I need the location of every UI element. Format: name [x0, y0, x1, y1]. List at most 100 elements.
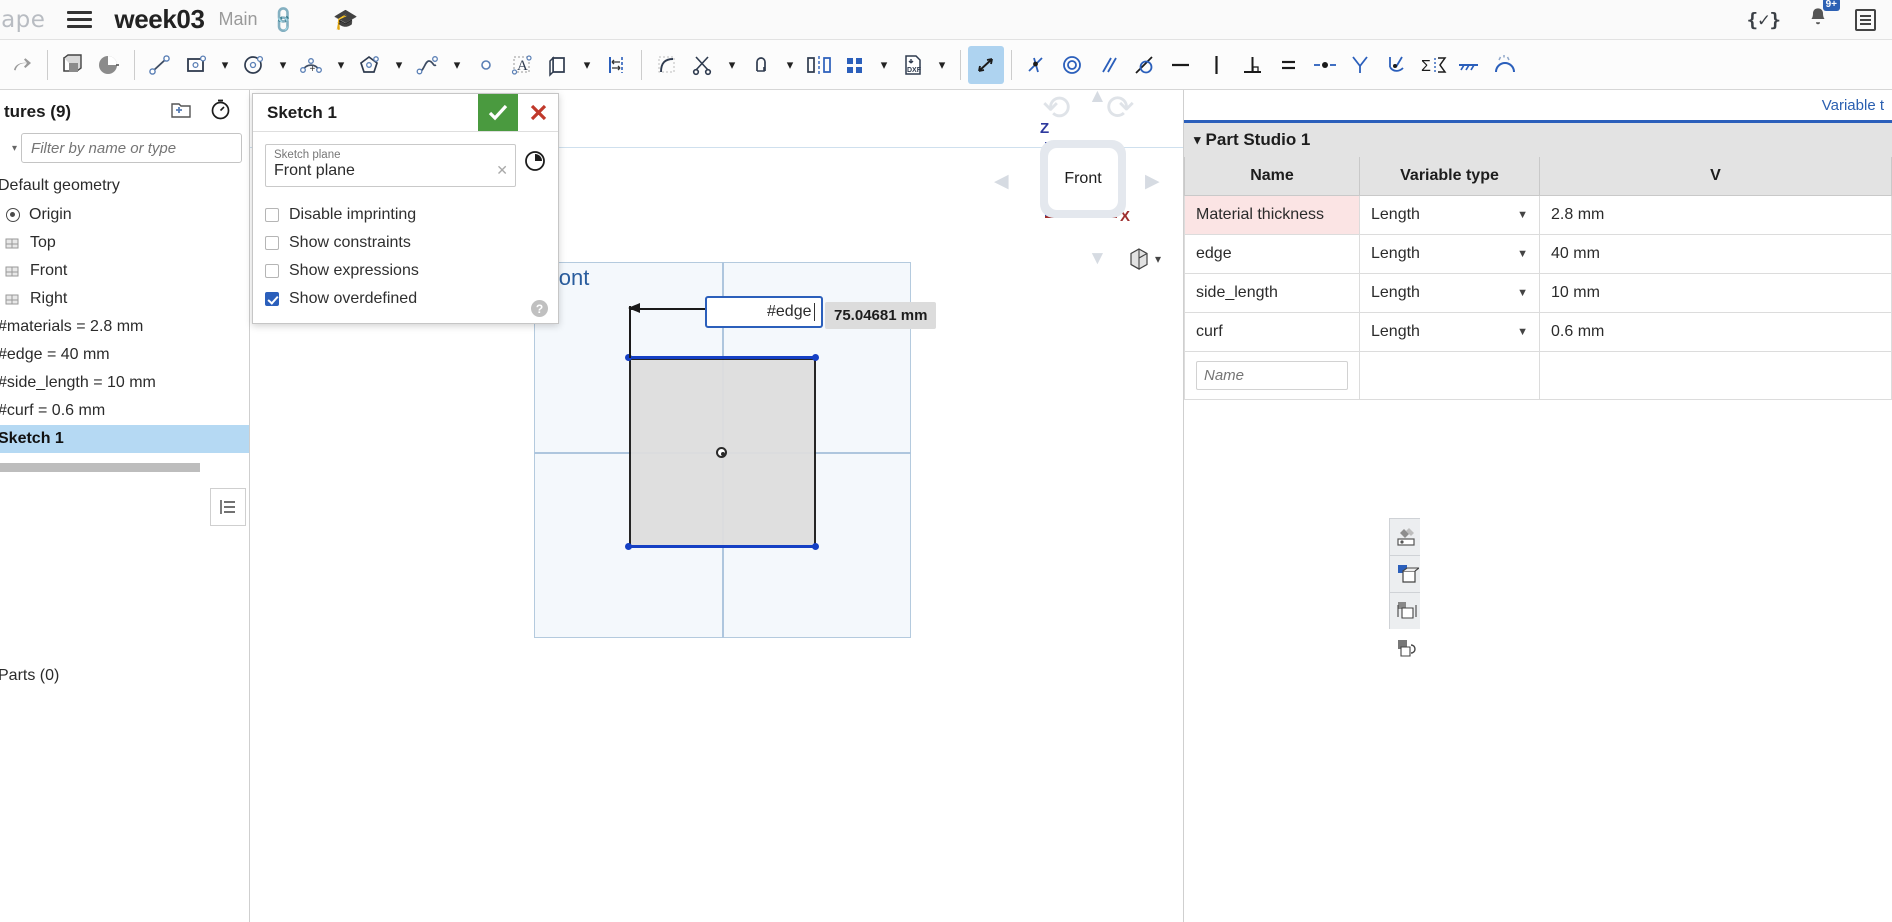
- variable-type-cell[interactable]: Length ▼: [1359, 234, 1540, 274]
- equal-constraint[interactable]: [1271, 46, 1307, 84]
- extend-tool[interactable]: [743, 46, 779, 84]
- arc-tool[interactable]: +: [294, 46, 330, 84]
- new-variable-type-cell[interactable]: [1359, 351, 1540, 400]
- dxf-dropdown-chevron-down-icon[interactable]: ▾: [931, 46, 953, 84]
- offset-tool[interactable]: [598, 46, 634, 84]
- tab-variable-table[interactable]: Variable t: [1822, 97, 1884, 114]
- view-cube-front-face[interactable]: Front: [1048, 148, 1118, 210]
- help-icon[interactable]: ?: [531, 300, 548, 317]
- table-row[interactable]: Material thickness Length ▼ 2.8 mm: [1184, 195, 1892, 235]
- spline-dropdown-chevron-down-icon[interactable]: ▾: [446, 46, 468, 84]
- table-row-new[interactable]: [1184, 351, 1892, 400]
- mirror-tool[interactable]: [801, 46, 837, 84]
- checkbox[interactable]: [265, 292, 279, 306]
- variable-name-cell[interactable]: Material thickness: [1184, 195, 1360, 235]
- hamburger-menu-icon[interactable]: [67, 11, 93, 28]
- rectangle-dropdown-chevron-down-icon[interactable]: ▾: [214, 46, 236, 84]
- spline-tool[interactable]: [410, 46, 446, 84]
- midpoint-constraint[interactable]: [1307, 46, 1343, 84]
- option-show-expressions[interactable]: Show expressions: [265, 257, 546, 285]
- coincident-constraint[interactable]: [1019, 46, 1055, 84]
- feature-item-variable-materials[interactable]: #materials = 2.8 mm: [0, 313, 249, 341]
- view-cube-down-arrow-icon[interactable]: ▼: [1088, 248, 1107, 270]
- trim-tool[interactable]: [685, 46, 721, 84]
- rollback-bar[interactable]: [0, 463, 200, 472]
- extrude-button[interactable]: [55, 46, 91, 84]
- rectangle-vertex[interactable]: [812, 354, 819, 361]
- pattern-dropdown-chevron-down-icon[interactable]: ▾: [873, 46, 895, 84]
- feature-filter-input[interactable]: [21, 133, 243, 163]
- arc-constraint[interactable]: [1487, 46, 1523, 84]
- use-dropdown-chevron-down-icon[interactable]: ▾: [576, 46, 598, 84]
- sum-constraint[interactable]: Σ: [1415, 46, 1451, 84]
- feature-item-origin[interactable]: Origin: [0, 201, 249, 229]
- revolve-button[interactable]: [91, 46, 127, 84]
- rectangle-vertex[interactable]: [812, 543, 819, 550]
- onshape-logo[interactable]: hape: [0, 7, 45, 33]
- section-view-button[interactable]: [1389, 555, 1420, 593]
- table-row[interactable]: curf Length ▼ 0.6 mm: [1184, 312, 1892, 352]
- view-orientation-chevron-down-icon[interactable]: ▾: [1155, 252, 1161, 266]
- variable-name-cell[interactable]: side_length: [1184, 273, 1360, 313]
- feature-item-variable-curf[interactable]: #curf = 0.6 mm: [0, 397, 249, 425]
- checkbox[interactable]: [265, 264, 279, 278]
- variable-name-cell[interactable]: curf: [1184, 312, 1360, 352]
- chevron-down-icon[interactable]: ▾: [1194, 132, 1201, 148]
- checks-icon[interactable]: {✓}: [1747, 9, 1781, 31]
- arc-dropdown-chevron-down-icon[interactable]: ▾: [330, 46, 352, 84]
- vertical-constraint[interactable]: [1199, 46, 1235, 84]
- line-tool[interactable]: [142, 46, 178, 84]
- variable-value-cell[interactable]: 40 mm: [1539, 234, 1892, 274]
- tangent-constraint[interactable]: [1127, 46, 1163, 84]
- redo-button[interactable]: [4, 46, 40, 84]
- chevron-down-icon[interactable]: ▼: [1517, 209, 1528, 221]
- new-folder-icon[interactable]: [170, 100, 192, 124]
- feature-item-variable-edge[interactable]: #edge = 40 mm: [0, 341, 249, 369]
- sketch-plane-field[interactable]: Sketch plane Front plane ✕: [265, 144, 516, 187]
- feature-item-variable-side-length[interactable]: #side_length = 10 mm: [0, 369, 249, 397]
- sketch-cancel-button[interactable]: [518, 94, 558, 131]
- rectangle-vertex[interactable]: [625, 543, 632, 550]
- curvature-constraint[interactable]: [1379, 46, 1415, 84]
- new-variable-name-input[interactable]: [1196, 361, 1348, 390]
- part-studio-section-header[interactable]: ▾ Part Studio 1: [1184, 123, 1892, 157]
- view-cube[interactable]: ⟲ ▲ ⟳ Front Z X ◀ ▶ ▼ ▾: [994, 90, 1210, 290]
- link-icon[interactable]: 🔗: [267, 3, 301, 37]
- variable-type-cell[interactable]: Length ▼: [1359, 195, 1540, 235]
- chevron-down-icon[interactable]: ▼: [1517, 248, 1528, 260]
- variable-value-cell[interactable]: 2.8 mm: [1539, 195, 1892, 235]
- view-cube-up-arrow-icon[interactable]: ▲: [1088, 90, 1107, 108]
- linear-pattern-tool[interactable]: [837, 46, 873, 84]
- variable-value-cell[interactable]: 0.6 mm: [1539, 312, 1892, 352]
- feature-item-top-plane[interactable]: Top: [0, 229, 249, 257]
- parts-section-label[interactable]: Parts (0): [0, 667, 59, 685]
- option-show-overdefined[interactable]: Show overdefined: [265, 285, 546, 313]
- symmetric-constraint[interactable]: [1343, 46, 1379, 84]
- feature-item-sketch-1[interactable]: Sketch 1: [0, 425, 249, 453]
- view-cube-left-arrow-icon[interactable]: ◀: [994, 170, 1009, 193]
- variable-value-cell[interactable]: 10 mm: [1539, 273, 1892, 313]
- document-title[interactable]: week03: [114, 4, 205, 35]
- clear-icon[interactable]: ✕: [496, 162, 508, 179]
- variable-type-cell[interactable]: Length ▼: [1359, 273, 1540, 313]
- feature-list-toggle-button[interactable]: [210, 488, 246, 526]
- option-show-constraints[interactable]: Show constraints: [265, 229, 546, 257]
- polygon-dropdown-chevron-down-icon[interactable]: ▾: [388, 46, 410, 84]
- fix-constraint[interactable]: [1451, 46, 1487, 84]
- dimension-tool[interactable]: [968, 45, 1004, 84]
- option-disable-imprinting[interactable]: Disable imprinting: [265, 201, 546, 229]
- extend-dropdown-chevron-down-icon[interactable]: ▾: [779, 46, 801, 84]
- view-orientation-button[interactable]: ▾: [1128, 247, 1161, 271]
- new-variable-name-cell[interactable]: [1184, 351, 1360, 400]
- rectangle-tool[interactable]: [178, 46, 214, 84]
- checkbox[interactable]: [265, 236, 279, 250]
- view-cube-right-arrow-icon[interactable]: ▶: [1145, 170, 1160, 193]
- rectangle-bottom-edge[interactable]: [629, 545, 818, 548]
- variable-type-cell[interactable]: Length ▼: [1359, 312, 1540, 352]
- explode-view-button[interactable]: [1389, 592, 1420, 630]
- sketch-accept-button[interactable]: [478, 94, 518, 131]
- polygon-tool[interactable]: [352, 46, 388, 84]
- table-row[interactable]: edge Length ▼ 40 mm: [1184, 234, 1892, 274]
- table-row[interactable]: side_length Length ▼ 10 mm: [1184, 273, 1892, 313]
- trim-dropdown-chevron-down-icon[interactable]: ▾: [721, 46, 743, 84]
